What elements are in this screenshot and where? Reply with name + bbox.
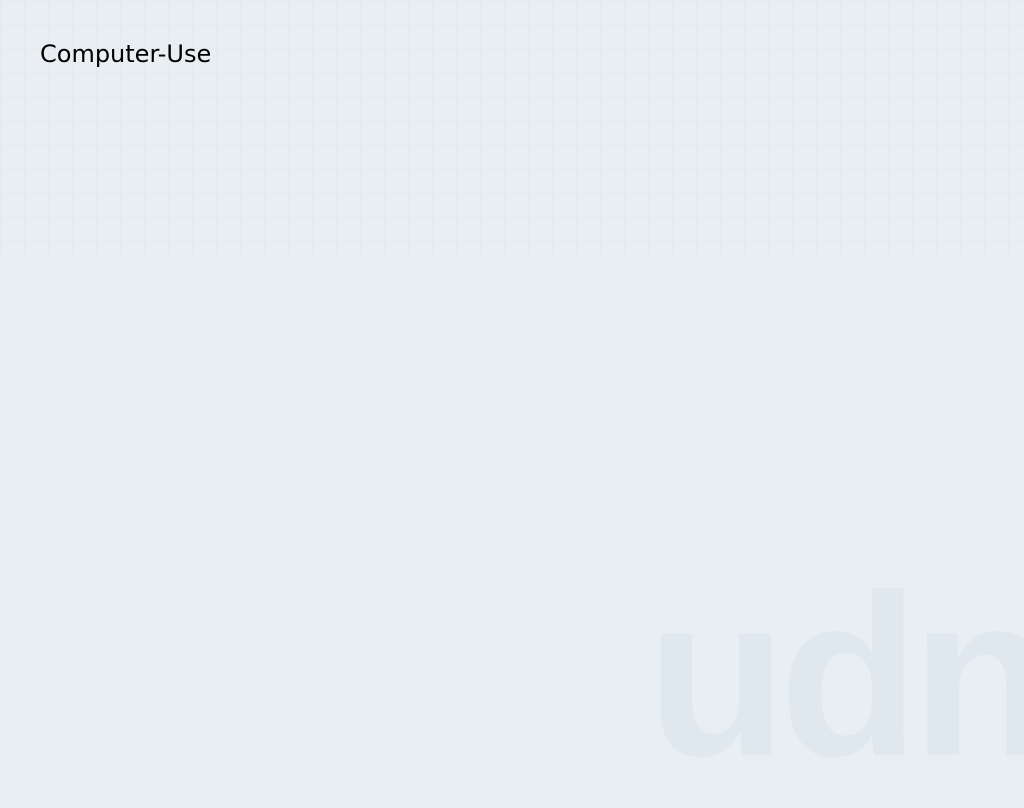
content-text: Computer-Use [40, 40, 212, 68]
udn-watermark: udn [646, 547, 1024, 804]
background-grid [0, 0, 1024, 260]
